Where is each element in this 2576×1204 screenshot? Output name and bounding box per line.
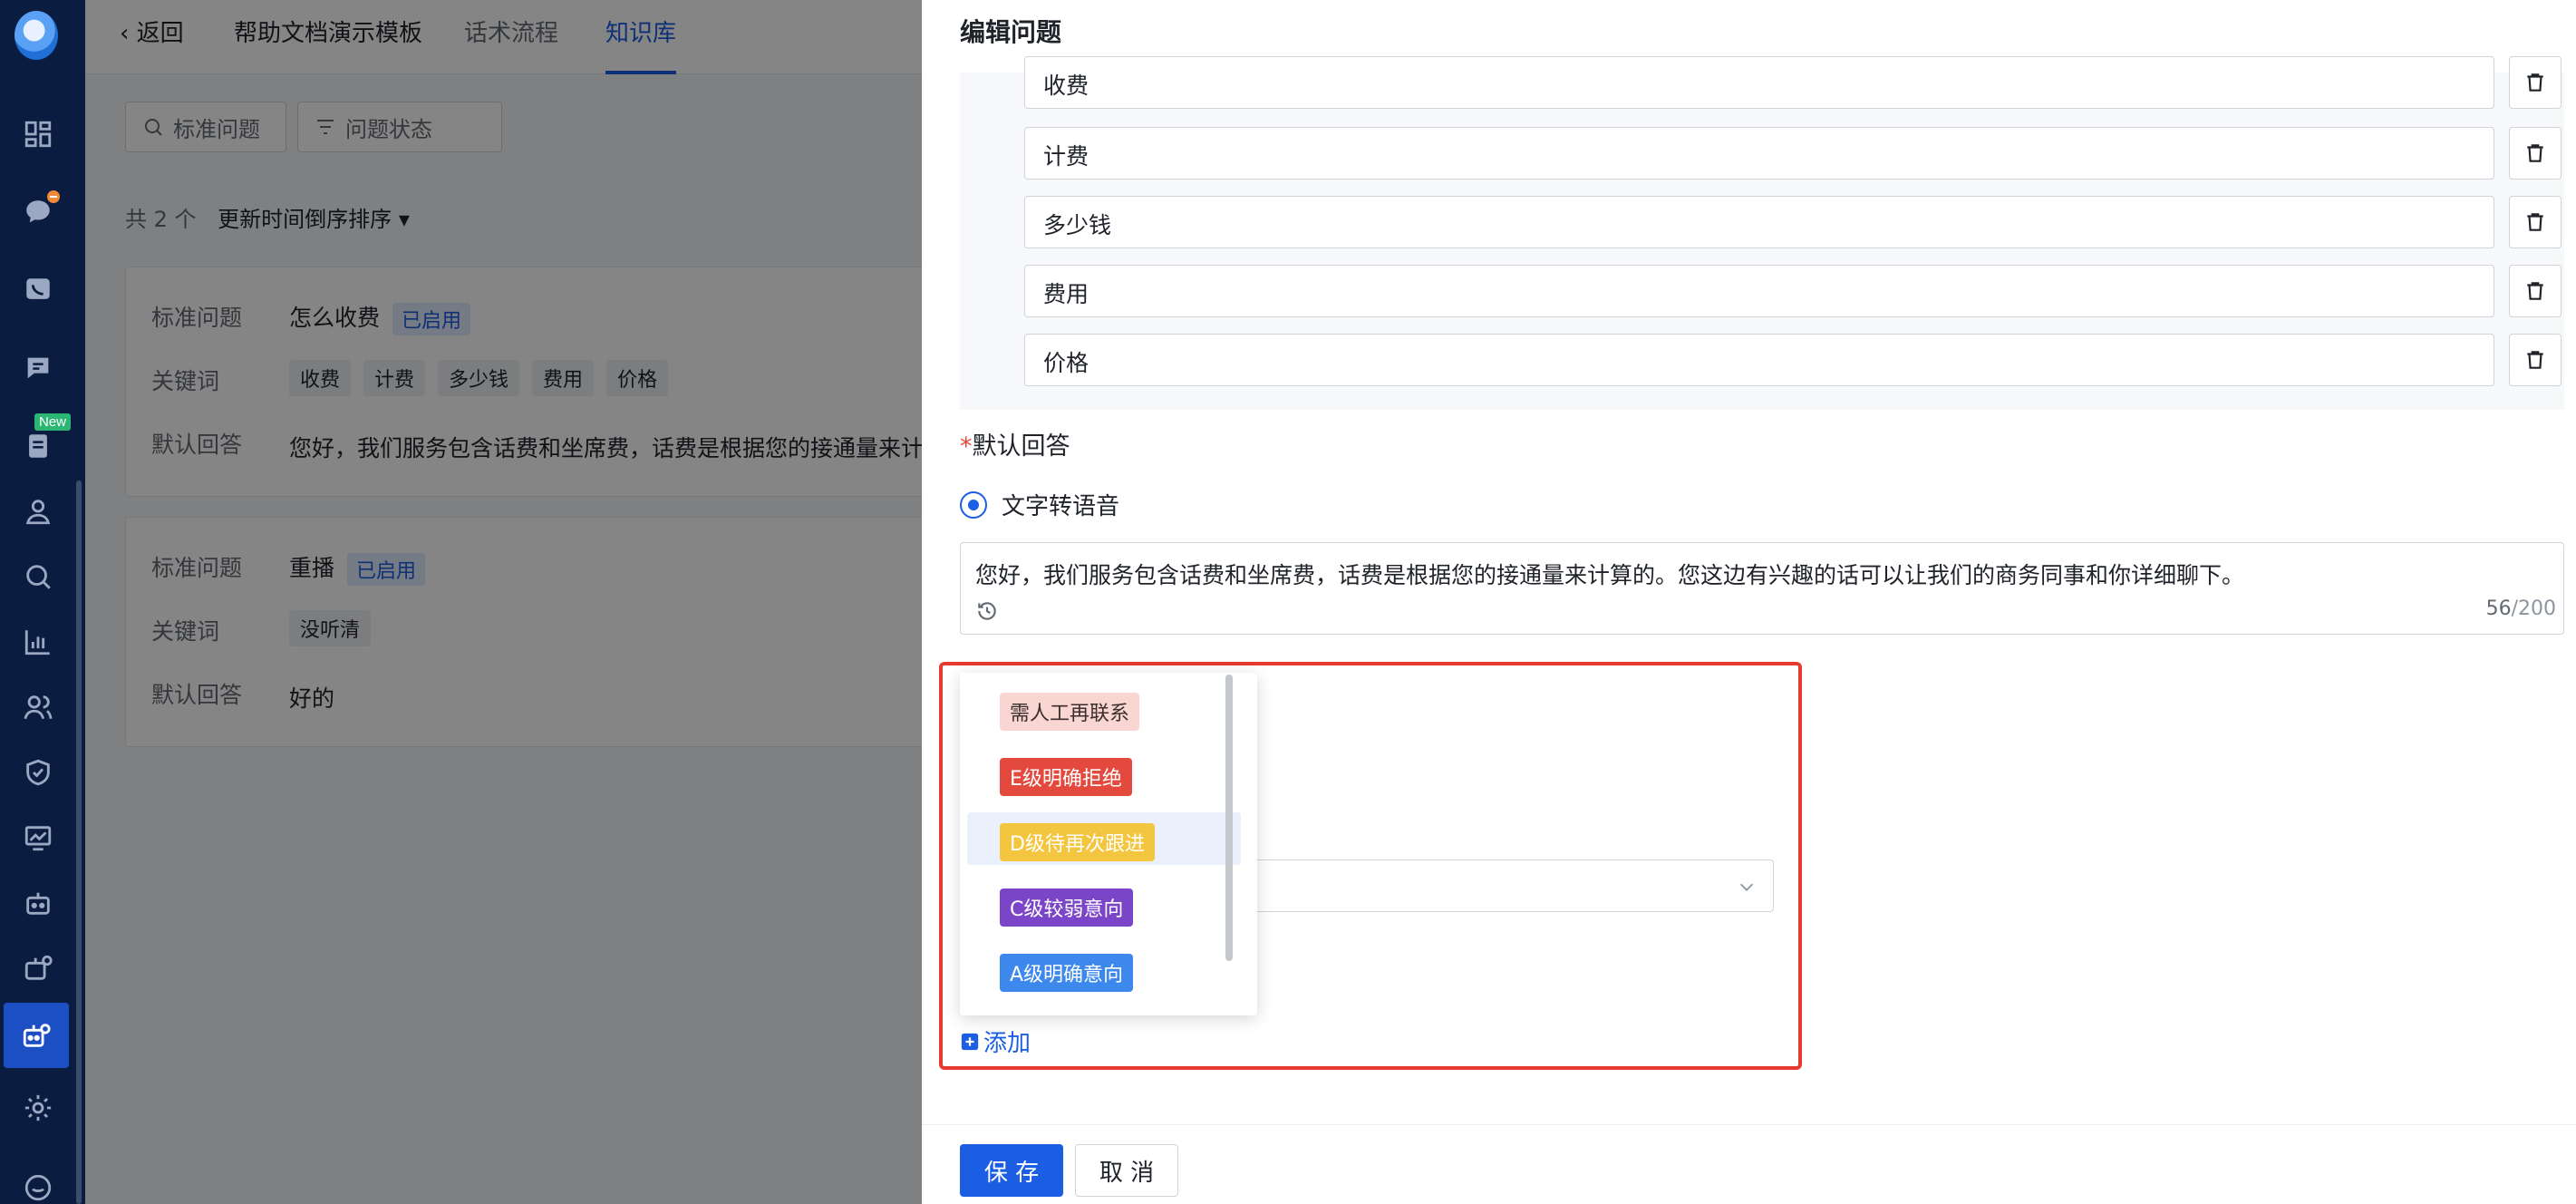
delete-keyword-button[interactable] bbox=[2509, 265, 2561, 317]
nav-search-chart[interactable] bbox=[9, 549, 67, 604]
trash-icon bbox=[2527, 144, 2543, 162]
edit-question-drawer: 编辑问题 收费 计费 多少钱 费用 价格 *默认回答 文字转语音 您好，我们服务… bbox=[922, 0, 2576, 1204]
left-nav: New bbox=[0, 0, 85, 1204]
team-icon bbox=[24, 695, 53, 720]
nav-dashboard[interactable] bbox=[9, 107, 67, 161]
intent-dropdown: 需人工再联系 E级明确拒绝 D级待再次跟进 C级较弱意向 A级明确意向 bbox=[960, 673, 1257, 1015]
search-chart-icon bbox=[26, 565, 51, 589]
nav-user[interactable] bbox=[9, 484, 67, 539]
trash-icon bbox=[2527, 351, 2543, 369]
char-counter: 56/200 bbox=[2486, 597, 2556, 620]
nav-robot-settings[interactable] bbox=[9, 941, 67, 995]
shield-icon bbox=[26, 759, 50, 786]
plus-square-icon bbox=[961, 1033, 979, 1050]
dropdown-option[interactable]: E级明确拒绝 bbox=[967, 747, 1241, 800]
tts-radio-option[interactable]: 文字转语音 bbox=[960, 488, 1119, 521]
dropdown-option[interactable]: A级明确意向 bbox=[967, 943, 1241, 995]
option-tag: 需人工再联系 bbox=[1000, 693, 1140, 731]
trash-icon bbox=[2527, 73, 2543, 92]
default-answer-heading-text: 默认回答 bbox=[972, 432, 1070, 461]
trash-icon bbox=[2527, 282, 2543, 300]
delete-keyword-button[interactable] bbox=[2509, 127, 2561, 180]
history-icon[interactable] bbox=[975, 599, 999, 623]
nav-message[interactable] bbox=[9, 341, 67, 395]
add-label: 添加 bbox=[983, 1030, 1031, 1057]
footer-divider bbox=[922, 1124, 2576, 1125]
option-tag: C级较弱意向 bbox=[1000, 888, 1134, 927]
nav-robot[interactable] bbox=[9, 876, 67, 930]
delete-keyword-button[interactable] bbox=[2509, 334, 2561, 386]
message-icon bbox=[27, 357, 49, 379]
keyword-input[interactable]: 计费 bbox=[1024, 127, 2494, 180]
nav-chat[interactable] bbox=[9, 185, 67, 239]
tts-radio-label: 文字转语音 bbox=[1002, 493, 1120, 520]
trash-icon bbox=[2527, 213, 2543, 231]
intent-select[interactable] bbox=[1221, 859, 1774, 912]
required-mark: * bbox=[960, 432, 973, 461]
keyword-input[interactable]: 价格 bbox=[1024, 334, 2494, 386]
char-count: 56 bbox=[2485, 597, 2512, 620]
robot-active-icon bbox=[23, 1024, 51, 1047]
nav-support[interactable] bbox=[9, 1160, 67, 1204]
dashboard-icon bbox=[24, 121, 52, 148]
robot-icon bbox=[26, 892, 50, 915]
nav-settings[interactable] bbox=[9, 1081, 67, 1135]
option-tag: E级明确拒绝 bbox=[1000, 758, 1132, 796]
dropdown-option[interactable]: C级较弱意向 bbox=[967, 878, 1241, 930]
dropdown-option-hovered[interactable]: D级待再次跟进 bbox=[967, 812, 1241, 865]
default-answer-heading: *默认回答 bbox=[960, 426, 1070, 461]
app-logo[interactable] bbox=[15, 11, 58, 60]
cancel-button[interactable]: 取 消 bbox=[1075, 1144, 1178, 1197]
radio-checked-icon[interactable] bbox=[960, 490, 987, 519]
answer-text: 您好，我们服务包含话费和坐席费，话费是根据您的接通量来计算的。您这边有兴趣的话可… bbox=[975, 562, 2245, 588]
settings-icon bbox=[24, 1094, 52, 1121]
robot-settings-icon bbox=[24, 955, 53, 980]
drawer-title: 编辑问题 bbox=[960, 17, 1062, 47]
nav-bar-chart[interactable] bbox=[9, 615, 67, 669]
new-badge: New bbox=[34, 413, 71, 431]
option-tag: A级明确意向 bbox=[1000, 954, 1134, 992]
nav-scrollbar[interactable] bbox=[76, 481, 82, 1204]
monitor-chart-icon bbox=[24, 826, 52, 851]
user-icon bbox=[25, 500, 51, 525]
dropdown-option[interactable]: 需人工再联系 bbox=[967, 682, 1241, 734]
nav-document[interactable]: New bbox=[9, 413, 71, 473]
chevron-down-icon bbox=[1739, 883, 1754, 891]
nav-team[interactable] bbox=[9, 680, 67, 734]
bar-chart-icon bbox=[24, 630, 50, 655]
option-tag: D级待再次跟进 bbox=[1000, 823, 1155, 861]
nav-shield[interactable] bbox=[9, 745, 67, 800]
document-icon bbox=[29, 434, 47, 458]
keyword-input[interactable]: 收费 bbox=[1024, 56, 2494, 109]
save-button[interactable]: 保 存 bbox=[960, 1144, 1063, 1197]
nav-robot-active[interactable] bbox=[4, 1003, 69, 1068]
dropdown-scrollbar[interactable] bbox=[1225, 675, 1233, 961]
delete-keyword-button[interactable] bbox=[2509, 56, 2561, 109]
keyword-panel: 收费 计费 多少钱 费用 价格 bbox=[960, 56, 2564, 410]
answer-textarea[interactable]: 您好，我们服务包含话费和坐席费，话费是根据您的接通量来计算的。您这边有兴趣的话可… bbox=[960, 542, 2564, 635]
char-max: /200 bbox=[2511, 597, 2556, 620]
phone-icon bbox=[26, 278, 50, 299]
keyword-input[interactable]: 费用 bbox=[1024, 265, 2494, 317]
modal-backdrop[interactable] bbox=[85, 0, 922, 1204]
keyword-input[interactable]: 多少钱 bbox=[1024, 196, 2494, 248]
add-button[interactable]: 添加 bbox=[960, 1024, 1031, 1058]
chat-badge bbox=[45, 189, 62, 205]
support-icon bbox=[24, 1174, 52, 1201]
nav-monitor-chart[interactable] bbox=[9, 811, 67, 865]
delete-keyword-button[interactable] bbox=[2509, 196, 2561, 248]
nav-phone[interactable] bbox=[9, 263, 67, 317]
